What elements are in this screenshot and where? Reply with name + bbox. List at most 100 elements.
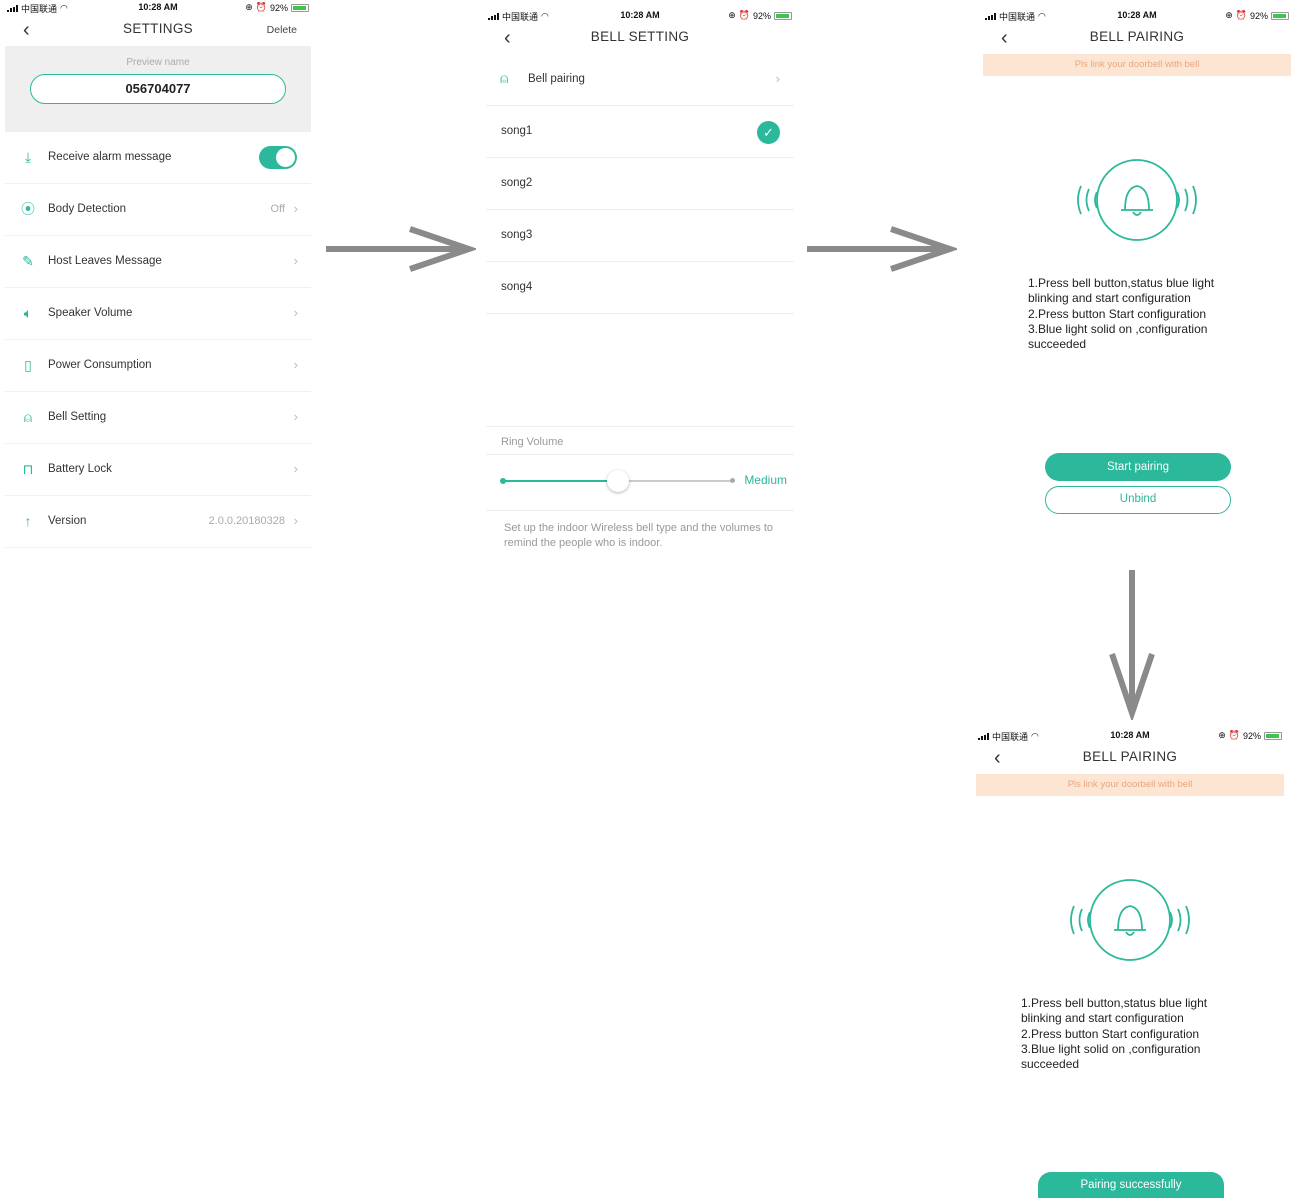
battery-icon [291,3,309,12]
alarm-icon: ⏰ [255,2,267,12]
setting-row-receive-alarm[interactable]: ⤓ Receive alarm message [5,132,311,184]
chevron-right-icon: › [293,357,298,372]
lock-rotation-icon: ⊕ [245,2,253,12]
bell-pairing-screen: 中国联通 ◠ 10:28 AM ⊕ ⏰ 92% ‹ BELL PAIRING P… [983,8,1291,528]
setting-value: 2.0.0.20180328 [208,515,285,527]
alarm-toggle[interactable] [259,146,297,169]
chevron-right-icon: › [293,409,298,424]
song-label: song3 [501,229,533,241]
setting-label: Power Consumption [48,359,152,371]
setting-row-body-detection[interactable]: ⦿ Body Detection Off › [5,184,311,236]
pairing-success-button[interactable]: Pairing successfully [1038,1172,1224,1198]
settings-screen: 中国联通 ◠ 10:28 AM ⊕ ⏰ 92% ‹ SETTINGS Delet… [5,0,311,560]
song-item-1[interactable]: song1 ✓ [486,106,794,158]
chevron-right-icon: › [775,71,780,86]
upload-icon: ↑ [24,513,32,529]
body-detect-icon: ⦿ [21,201,35,217]
pairing-instructions: 1.Press bell button,status blue light bl… [1021,996,1208,1072]
status-bar: 中国联通 ◠ 10:28 AM ⊕ ⏰ 92% [486,8,794,22]
chevron-right-icon: › [293,513,298,528]
bell-pairing-row[interactable]: ⍝ Bell pairing › [486,54,794,106]
download-icon: ⤓ [24,149,32,165]
delete-button[interactable]: Delete [267,24,297,36]
setting-row-speaker-volume[interactable]: 🔈︎ Speaker Volume › [5,288,311,340]
setting-label: Host Leaves Message [48,255,162,267]
bell-pairing-success-screen: 中国联通 ◠ 10:28 AM ⊕ ⏰ 92% ‹ BELL PAIRING P… [976,728,1284,1198]
setting-value: Off [270,203,285,215]
flow-arrow-down-icon [1109,570,1155,720]
setting-label: Version [48,515,87,527]
flow-arrow-right-icon [326,226,476,272]
lock-rotation-icon: ⊕ [1225,10,1233,20]
song-label: song1 [501,125,533,137]
song-item-4[interactable]: song4 [486,262,794,314]
setting-row-power-consumption[interactable]: ▯ Power Consumption › [5,340,311,392]
edit-icon: ✎ [22,253,34,269]
page-title: BELL PAIRING [1082,749,1178,764]
ring-volume-label: Ring Volume [486,427,794,455]
nav-bar: ‹ BELL PAIRING [983,22,1291,54]
chevron-right-icon: › [293,305,298,320]
battery-icon [1271,11,1289,20]
chevron-right-icon: › [293,201,298,216]
nav-bar: ‹ BELL PAIRING [976,742,1284,774]
song-item-3[interactable]: song3 [486,210,794,262]
lock-rotation-icon: ⊕ [1218,730,1226,740]
battery-icon [1264,731,1282,740]
battery-percent: 92% [1242,730,1261,741]
start-pairing-button[interactable]: Start pairing [1045,453,1231,481]
setting-label: Speaker Volume [48,307,133,319]
bell-ringing-icon [1070,879,1190,961]
battery-percent: 92% [269,2,288,13]
speaker-icon: 🔈︎ [23,305,33,321]
preview-name-section: Preview name 056704077 [5,46,311,132]
ring-volume-section: Ring Volume Medium Set up the indoor Wir… [486,426,794,561]
battery-percent: 92% [1249,10,1268,21]
preview-name-label: Preview name [126,57,190,68]
pairing-instructions: 1.Press bell button,status blue light bl… [1028,276,1215,352]
flow-arrow-right-icon [807,226,957,272]
song-label: song2 [501,177,533,189]
setting-row-version[interactable]: ↑ Version 2.0.0.20180328 › [5,496,311,548]
setting-label: Body Detection [48,203,126,215]
battery-percent: 92% [752,10,771,21]
bell-icon: ⍝ [500,70,509,86]
bell-pairing-label: Bell pairing [528,73,585,85]
device-name-field[interactable]: 056704077 [30,74,286,104]
setting-row-bell-setting[interactable]: ⍝ Bell Setting › [5,392,311,444]
nav-bar: ‹ BELL SETTING [486,22,794,54]
status-bar: 中国联通 ◠ 10:28 AM ⊕ ⏰ 92% [983,8,1291,22]
alarm-icon: ⏰ [1228,730,1240,740]
song-label: song4 [501,281,533,293]
bell-ringing-icon [1077,159,1197,241]
setting-label: Bell Setting [48,411,107,423]
chevron-right-icon: › [293,461,298,476]
page-title: SETTINGS [123,21,193,36]
lock-icon: ⊓ [22,461,34,477]
setting-label: Receive alarm message [48,151,172,163]
pairing-banner: Pls link your doorbell with bell [976,774,1284,796]
alarm-icon: ⏰ [1235,10,1247,20]
nav-bar: ‹ SETTINGS Delete [5,14,311,46]
ring-volume-slider[interactable]: Medium [486,455,794,511]
song-item-2[interactable]: song2 [486,158,794,210]
setting-row-host-leaves-message[interactable]: ✎ Host Leaves Message › [5,236,311,288]
page-title: BELL PAIRING [1089,29,1185,44]
status-bar: 中国联通 ◠ 10:28 AM ⊕ ⏰ 92% [5,0,311,14]
bell-setting-description: Set up the indoor Wireless bell type and… [504,522,774,549]
setting-row-battery-lock[interactable]: ⊓ Battery Lock › [5,444,311,496]
alarm-icon: ⏰ [738,10,750,20]
setting-label: Battery Lock [48,463,112,475]
lock-rotation-icon: ⊕ [728,10,736,20]
battery-icon: ▯ [24,357,32,373]
unbind-button[interactable]: Unbind [1045,486,1231,514]
battery-icon [774,11,792,20]
chevron-right-icon: › [293,253,298,268]
check-icon: ✓ [757,121,780,144]
pairing-banner: Pls link your doorbell with bell [983,54,1291,76]
page-title: BELL SETTING [590,29,690,44]
slider-thumb[interactable] [607,470,629,492]
bell-icon: ⍝ [23,409,33,425]
status-bar: 中国联通 ◠ 10:28 AM ⊕ ⏰ 92% [976,728,1284,742]
bell-setting-screen: 中国联通 ◠ 10:28 AM ⊕ ⏰ 92% ‹ BELL SETTING ⍝… [486,8,794,568]
